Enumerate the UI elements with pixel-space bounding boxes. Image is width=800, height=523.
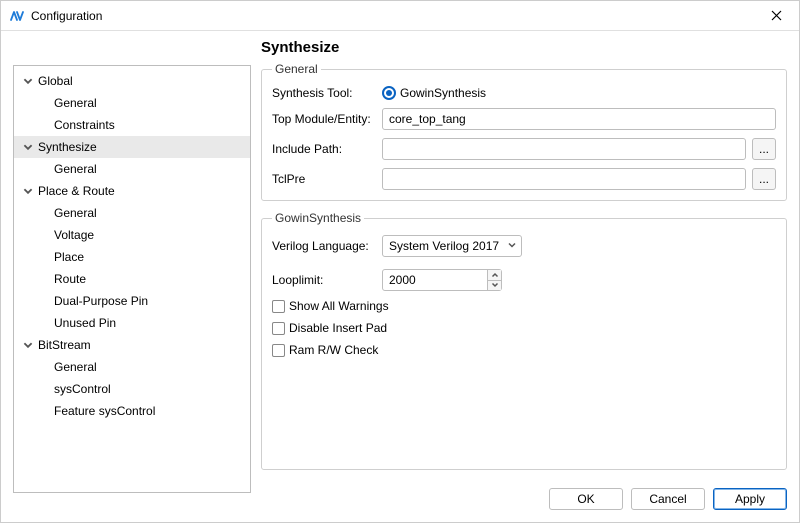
include-path-label: Include Path:	[272, 142, 376, 156]
chevron-up-icon	[491, 272, 499, 278]
cancel-button[interactable]: Cancel	[631, 488, 705, 510]
tree-parent-item[interactable]: Synthesize	[14, 136, 250, 158]
chevron-down-icon	[491, 282, 499, 288]
top-module-label: Top Module/Entity:	[272, 112, 376, 126]
looplimit-label: Looplimit:	[272, 273, 376, 287]
page-title: Synthesize	[261, 39, 787, 56]
tree-item-label: Unused Pin	[54, 316, 116, 330]
chevron-down-icon	[22, 184, 36, 198]
tree-item-label: Constraints	[54, 118, 115, 132]
chevron-down-icon	[22, 338, 36, 352]
tree-child-item[interactable]: General	[14, 158, 250, 180]
group-general: General Synthesis Tool: GowinSynthesis T…	[261, 62, 787, 201]
dialog-buttons: OK Cancel Apply	[1, 480, 799, 522]
verilog-lang-select[interactable]: System Verilog 2017	[382, 235, 522, 257]
include-path-browse-button[interactable]: ...	[752, 138, 776, 160]
disable-insert-pad-label: Disable Insert Pad	[289, 321, 387, 335]
tree-child-item[interactable]: Feature sysControl	[14, 400, 250, 422]
tclpre-label: TclPre	[272, 172, 376, 186]
tree-parent-item[interactable]: BitStream	[14, 334, 250, 356]
app-icon	[9, 8, 25, 24]
tree-item-label: General	[54, 360, 97, 374]
tree-item-label: General	[54, 96, 97, 110]
tree-item-label: sysControl	[54, 382, 111, 396]
main-panel: Synthesize General Synthesis Tool: Gowin…	[261, 39, 787, 480]
tree-parent-item[interactable]: Global	[14, 70, 250, 92]
chevron-down-icon	[22, 74, 36, 88]
window-title: Configuration	[31, 9, 761, 23]
apply-button[interactable]: Apply	[713, 488, 787, 510]
radio-checked-icon	[382, 86, 396, 100]
tree-child-item[interactable]: General	[14, 356, 250, 378]
nav-tree[interactable]: Global General Constraints Synthesize Genera…	[13, 65, 251, 493]
close-button[interactable]	[761, 1, 791, 31]
looplimit-input[interactable]	[382, 269, 502, 291]
ok-button[interactable]: OK	[549, 488, 623, 510]
chevron-down-icon	[22, 140, 36, 154]
tree-child-item[interactable]: Constraints	[14, 114, 250, 136]
synthesis-tool-option: GowinSynthesis	[400, 86, 486, 100]
group-general-legend: General	[272, 62, 321, 76]
disable-insert-pad-checkbox[interactable]: Disable Insert Pad	[272, 321, 387, 335]
tree-child-item[interactable]: Unused Pin	[14, 312, 250, 334]
tree-child-item[interactable]: sysControl	[14, 378, 250, 400]
tree-item-label: Global	[38, 74, 73, 88]
chevron-down-icon	[507, 239, 517, 253]
tclpre-input[interactable]	[382, 168, 746, 190]
tree-child-item[interactable]: Dual-Purpose Pin	[14, 290, 250, 312]
tree-item-label: Dual-Purpose Pin	[54, 294, 148, 308]
tree-child-item[interactable]: Route	[14, 268, 250, 290]
synthesis-tool-label: Synthesis Tool:	[272, 86, 376, 100]
show-all-warnings-label: Show All Warnings	[289, 299, 389, 313]
ram-rw-check-label: Ram R/W Check	[289, 343, 378, 357]
titlebar: Configuration	[1, 1, 799, 31]
close-icon	[771, 10, 782, 21]
checkbox-unchecked-icon	[272, 300, 285, 313]
verilog-lang-value: System Verilog 2017	[389, 239, 499, 253]
ram-rw-check-checkbox[interactable]: Ram R/W Check	[272, 343, 378, 357]
top-module-input[interactable]	[382, 108, 776, 130]
tree-parent-item[interactable]: Place & Route	[14, 180, 250, 202]
tree-item-label: Synthesize	[38, 140, 97, 154]
checkbox-unchecked-icon	[272, 344, 285, 357]
tclpre-browse-button[interactable]: ...	[752, 168, 776, 190]
tree-item-label: Feature sysControl	[54, 404, 155, 418]
tree-item-label: General	[54, 162, 97, 176]
config-dialog: Configuration Global General Constraints Sy…	[0, 0, 800, 523]
group-gowin: GowinSynthesis Verilog Language: System …	[261, 211, 787, 470]
include-path-input[interactable]	[382, 138, 746, 160]
group-gowin-legend: GowinSynthesis	[272, 211, 364, 225]
looplimit-stepper	[487, 270, 501, 290]
tree-child-item[interactable]: General	[14, 92, 250, 114]
synthesis-tool-radio[interactable]: GowinSynthesis	[382, 86, 486, 100]
tree-child-item[interactable]: General	[14, 202, 250, 224]
tree-item-label: Route	[54, 272, 86, 286]
checkbox-unchecked-icon	[272, 322, 285, 335]
tree-child-item[interactable]: Voltage	[14, 224, 250, 246]
tree-child-item[interactable]: Place	[14, 246, 250, 268]
tree-item-label: BitStream	[38, 338, 91, 352]
show-all-warnings-checkbox[interactable]: Show All Warnings	[272, 299, 389, 313]
tree-item-label: Place & Route	[38, 184, 115, 198]
spin-up-button[interactable]	[487, 270, 501, 281]
tree-item-label: General	[54, 206, 97, 220]
tree-item-label: Voltage	[54, 228, 94, 242]
verilog-lang-label: Verilog Language:	[272, 239, 376, 253]
spin-down-button[interactable]	[487, 281, 501, 291]
tree-item-label: Place	[54, 250, 84, 264]
